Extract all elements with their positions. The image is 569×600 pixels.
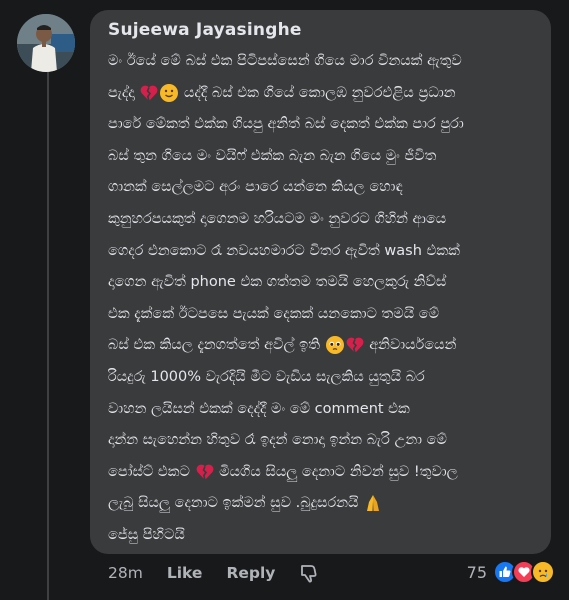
comment-text: මියගිය සියලු දෙනාට නිවන් සුව !තුවාල: [219, 463, 458, 480]
reply-button[interactable]: Reply: [226, 564, 275, 582]
comment-line: පාරේ මේකත් එක්ක ගියපු අනිත් බස් දෙකත් එක…: [108, 116, 464, 133]
comment-line: ගානක් සෙල්ලමට අරං පාරෙ යන්නෙ කියල හොඳ: [108, 179, 403, 196]
comment-text: පැද්දා: [108, 84, 135, 101]
comment-text: අනිවාර්යයෙන්: [369, 337, 457, 354]
comment-line: එක දැක්කේ ඊටපසෙ පැයක් දෙකක් යනකොට තමයි ම…: [108, 305, 440, 322]
dislike-button[interactable]: [299, 563, 319, 583]
like-button[interactable]: Like: [167, 564, 203, 582]
avatar-image: [17, 14, 75, 72]
comment-line: ජේසු පිහිටයි: [108, 526, 185, 543]
dislike-icon: [301, 565, 317, 583]
comment-bubble: Sujeewa Jayasinghe මං ඊයේ මේ බස් එක පිටි…: [90, 10, 551, 554]
reaction-count: 75: [466, 562, 487, 582]
comment-line: දාන්න සැහෙන්න හිතුව රෑ ඉදන් නොදා ඉන්න බැ…: [108, 432, 447, 449]
thread-line: [47, 72, 49, 600]
comment-timestamp[interactable]: 28m: [108, 564, 143, 582]
comment-line: දාගෙන ඇවිත් phone එක ගත්තම තමයි හෙලකුරු …: [108, 274, 447, 291]
comment-author[interactable]: Sujeewa Jayasinghe: [108, 20, 537, 40]
folded-hands-icon: [367, 495, 380, 512]
comment-line: පෝස්ට් එකට මියගිය සියලු දෙනාට නිවන් සුව …: [108, 457, 537, 489]
comment-text: බස් එක කියල දැනගත්තේ අවිල් ඉති: [108, 337, 320, 354]
comment-line: රියදුරු 1000% වැරදියි මීට වැඩිය සැලකිය ය…: [108, 368, 425, 385]
comment-actions: 28m Like Reply: [108, 560, 319, 586]
comment-line: බස් එක කියල දැනගත්තේ අවිල් ඉති අනිවාර්යය…: [108, 330, 537, 362]
comment-text: පෝස්ට් එකට: [108, 463, 190, 480]
broken-heart-icon: [346, 337, 363, 354]
broken-heart-icon: [140, 85, 158, 101]
pleading-face-icon: [325, 336, 344, 355]
comment-text: ලැබු සියලු දෙනාට ඉක්මන් සුව .බුදුසරනයි: [108, 495, 359, 512]
comment-line: බස් තුන ගියෙ මං වයිෆ් එක්ක බැන බැන ගියෙ …: [108, 147, 437, 164]
comment-line: මං ඊයේ මේ බස් එක පිටිපස්සෙන් ගියෙ මාර වි…: [108, 53, 462, 69]
comment-line: පැද්දා යද්දී බස් එක ගියේ කොලඹ නුවරඑළිය ප…: [108, 78, 537, 110]
comment-line: වාහන ලයිසන් එකක් දෙද්දී මං මේ comment එක: [108, 400, 410, 417]
comment-line: ලැබු සියලු දෙනාට ඉක්මන් සුව .බුදුසරනයි: [108, 488, 537, 520]
comment-text: යද්දී බස් එක ගියේ කොලඹ නුවරඑළිය ප්‍රධාන: [183, 84, 456, 101]
reactions-summary[interactable]: 75: [467, 558, 555, 586]
avatar[interactable]: [17, 14, 75, 72]
comment-body: මං ඊයේ මේ බස් එක පිටිපස්සෙන් ගියෙ මාර වි…: [108, 46, 537, 552]
comment-line: ගෙදර එනකොට රෑ නවයහමාරට විතර ඇවිත් wash එ…: [108, 242, 460, 259]
broken-heart-icon: [196, 464, 213, 480]
sad-icon: [531, 560, 555, 584]
slight-smile-icon: [160, 83, 179, 102]
comment-line: කුනුහරපයකුත් දාගෙනම හරියටම මං නුවරට ගිහි…: [108, 210, 447, 227]
